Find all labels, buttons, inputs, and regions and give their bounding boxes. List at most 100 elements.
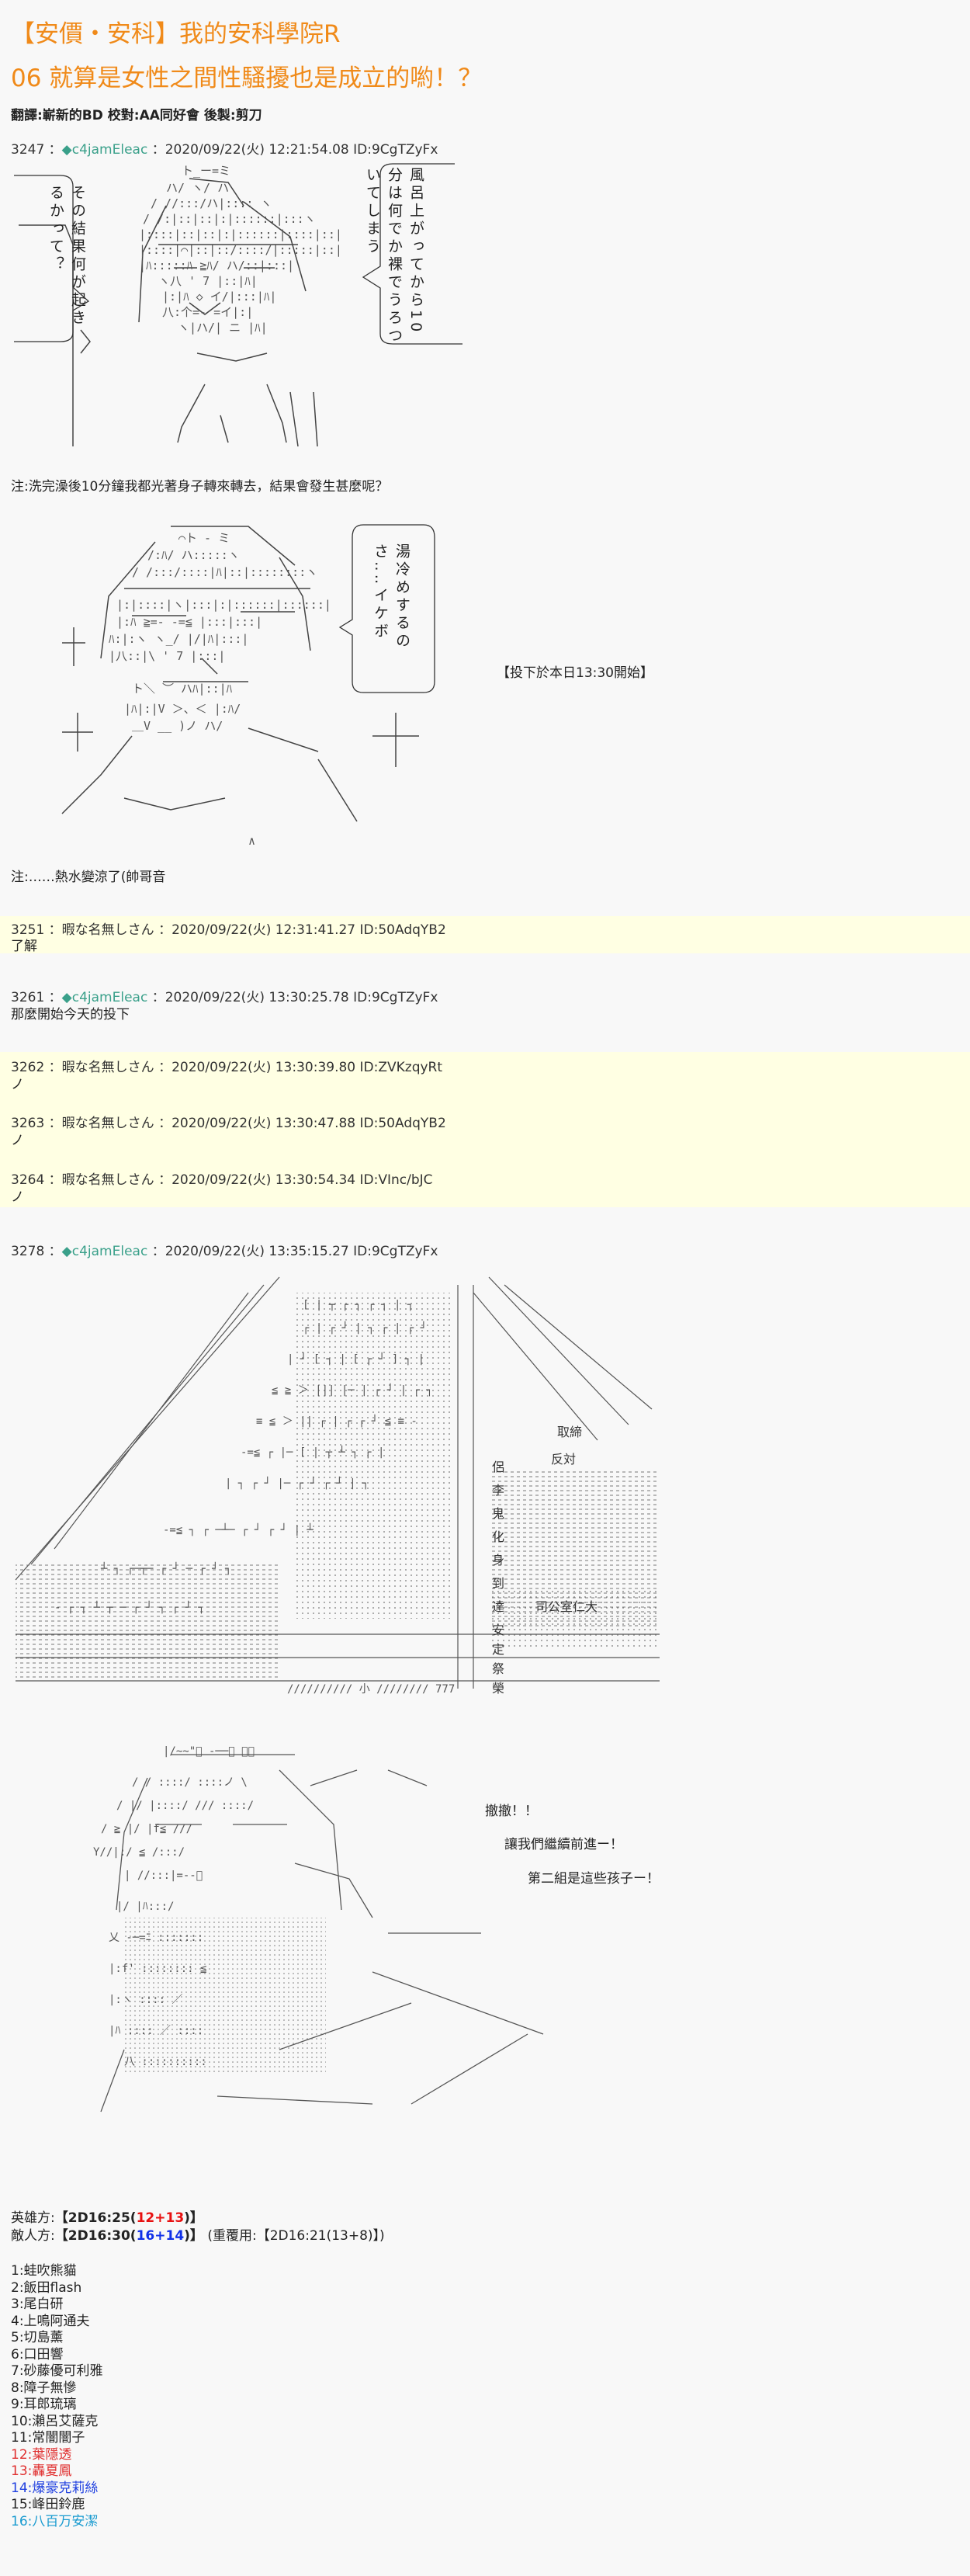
sign-text-14: 司公室仁大	[535, 1599, 598, 1614]
svg-text:| ┘ [ ┐ | [ ┌ ┘ ] ┐ |: | ┘ [ ┐ | [ ┌ ┘ ] ┐ |	[287, 1352, 424, 1366]
svg-text:|:f' :::::::: ≦: |:f' :::::::: ≦	[109, 1963, 206, 1975]
poster-name: 暇な名無しさん	[61, 1116, 154, 1131]
note-2: 注:……熱水變涼了(帥哥音	[11, 870, 166, 885]
sign-text-7: 身	[492, 1553, 504, 1567]
post-body: 了解	[11, 939, 37, 954]
svg-text:|ﾊ|:|V ＞、＜ |:ﾊ/: |ﾊ|:|V ＞、＜ |:ﾊ/	[124, 702, 241, 716]
svg-text:/ |/ |::::/ /// ::::/: / |/ |::::/ /// ::::/	[116, 1800, 254, 1812]
post-meta: 2020/09/22(火) 13:35:15.27 ID:9CgTZyFx	[165, 1244, 438, 1259]
roster-item: 16:八百万安潔	[11, 2513, 99, 2529]
post-body: ノ	[11, 1077, 24, 1092]
dialogue-line-2: 讓我們繼續前進ー！	[504, 1837, 623, 1852]
svg-text:/ /:::/::::|ﾊ|::|::::::::ヽ: / /:::/::::|ﾊ|::|::::::::ヽ	[132, 565, 317, 579]
svg-text:|::::|⌒|::|::/::::/|:::::|::|: |::::|⌒|::|::/::::/|:::::|::|	[139, 243, 342, 257]
svg-text:|ﾊ :::: ／ ::::: |ﾊ :::: ／ ::::	[109, 2025, 203, 2037]
svg-text:‐=≦ ┐ ┌ ─┴─ ┌ ┘ ┌ ┘ | ┴: ‐=≦ ┐ ┌ ─┴─ ┌ ┘ ┌ ┘ | ┴	[163, 1523, 314, 1536]
svg-text:| //:::|=--ﾞ: | //:::|=--ﾞ	[124, 1870, 203, 1882]
svg-text:八:个=- =イ|:|: 八:个=- =イ|:|	[162, 305, 253, 319]
dialogue-line-1: 撤撤！！	[485, 1804, 538, 1819]
svg-text:|:|ﾊ ◇ イ/|:::|ﾊ|: |:|ﾊ ◇ イ/|:::|ﾊ|	[162, 290, 276, 304]
credits: 翻譯:嶄新的BD 校對:AA同好會 後製:剪刀	[11, 108, 262, 123]
sign-text-2: 反対	[551, 1452, 576, 1467]
svg-text:|::::|::|::|:|::::::|::::|::|: |::::|::|::|:|::::::|::::|::|	[139, 227, 342, 241]
svg-text:|:|::::|ヽ|:::|:|::::::|::::::|: |:|::::|ヽ|:::|:|::::::|::::::|	[116, 598, 331, 612]
poster-name: 暇な名無しさん	[61, 1060, 154, 1075]
post-number[interactable]: 3278	[11, 1244, 44, 1259]
post-header: 3278 ：◆c4jamEleac ：2020/09/22(火) 13:35:1…	[11, 1244, 438, 1259]
svg-text:| ┐ ┌ ┘ |─ ┌ ┘ ┌ ┘ | ┐: | ┐ ┌ ┘ |─ ┌ ┘ ┌ ┘ | ┐	[225, 1477, 369, 1490]
svg-text:⌒ト ‐ ミ: ⌒ト ‐ ミ	[178, 531, 230, 545]
note-1: 注:洗完澡後10分鐘我都光著身子轉來轉去，結果會發生甚麼呢？	[11, 479, 389, 495]
hero-score: 英雄方:【2D16:25(12+13)】	[11, 2210, 203, 2226]
svg-text:∧: ∧	[248, 834, 255, 848]
poster-name: 暇な名無しさん	[61, 922, 154, 938]
post-meta: 2020/09/22(火) 12:31:41.27 ID:50AdqYB2	[171, 922, 446, 938]
svg-text:八 ::::::::::: 八 ::::::::::	[124, 2056, 207, 2068]
svg-text:乂 -─=ﾆ :::::::: 乂 -─=ﾆ :::::::	[109, 1932, 203, 1944]
sign-text-5: 鬼	[492, 1506, 504, 1521]
sign-text-6: 化	[492, 1529, 504, 1544]
sign-text-4: 李	[492, 1483, 504, 1498]
svg-text:ヽ八 ' 7 |::|ﾊ|: ヽ八 ' 7 |::|ﾊ|	[158, 274, 258, 288]
sign-text-8: 到	[492, 1576, 504, 1591]
poster-name: 暇な名無しさん	[61, 1172, 154, 1188]
sign-text-13: 榮	[492, 1681, 504, 1696]
poster-name: ◆c4jamEleac	[61, 1244, 148, 1259]
svg-text:ト＼ ︶ ハﾊ|::|ﾊ: ト＼ ︶ ハﾊ|::|ﾊ	[132, 682, 233, 696]
post-number[interactable]: 3247	[11, 142, 44, 158]
post-meta: 2020/09/22(火) 13:30:54.34 ID:VInc/bJC	[171, 1172, 433, 1188]
svg-text:≡ ≦ ＞ || ┌ | ┌ ┌ ┘ ≦ ≡ -: ≡ ≦ ＞ || ┌ | ┌ ┌ ┘ ≦ ≡ -	[256, 1415, 417, 1428]
svg-text:ヽ|ハ/| ニ |ﾊ|: ヽ|ハ/| ニ |ﾊ|	[178, 321, 268, 335]
poster-name: ◆c4jamEleac	[61, 142, 148, 158]
svg-text:////////// 小 //////// 777: ////////// 小 //////// 777	[287, 1683, 455, 1696]
svg-text:/:ﾊ/ ハ:::::ヽ: /:ﾊ/ ハ:::::ヽ	[147, 548, 240, 562]
bubble-frame-right	[346, 159, 470, 349]
svg-text:-=≦ ┌ |─ [ | ┬ ┴ ┐ ┌ |: -=≦ ┌ |─ [ | ┬ ┴ ┐ ┌ |	[241, 1446, 384, 1459]
posting-notice: 【投下於本日13:30開始】	[497, 665, 653, 681]
svg-text:|八::|\ ' 7 |:::|: |八::|\ ' 7 |:::|	[109, 649, 225, 663]
bubble-frame-left	[11, 171, 96, 345]
post-header: 3264 ：暇な名無しさん ：2020/09/22(火) 13:30:54.34…	[11, 1172, 433, 1188]
sign-text-1: 取締	[557, 1425, 582, 1439]
svg-text:/ //:::/ハ|:::: ヽ: / //:::/ハ|:::: ヽ	[151, 196, 272, 210]
post-meta: 2020/09/22(火) 13:30:25.78 ID:9CgTZyFx	[165, 990, 438, 1005]
sign-text-3: 侶	[492, 1460, 504, 1474]
svg-text:/ /:|::|::|:|::::::|:::ヽ: / /:|::|::|:|::::::|:::ヽ	[143, 212, 316, 226]
post-body: 那麼開始今天的投下	[11, 1007, 130, 1022]
svg-text:┌ | ┌ ┘ | ┐ ┌ | ┌ ┘: ┌ | ┌ ┘ | ┐ ┌ | ┌ ┘	[303, 1321, 427, 1335]
svg-text:/ ≧ |/ |f≦ ///: / ≧ |/ |f≦ ///	[101, 1823, 192, 1835]
sign-text-9: 達	[492, 1599, 504, 1614]
svg-text:ト_ー=ミ: ト_ー=ミ	[182, 164, 230, 178]
reuse-roll: (重覆用:【2D16:21(13+8)】)	[207, 2228, 385, 2244]
ascii-art-scene4: |/~~"ﾞ ‐──＞ ＿＿ / / ::::/ ::::ノ \ / |/ |:…	[78, 1739, 621, 2143]
speech-bubble-2: 湯冷めするのさ‥‥イケボ	[372, 543, 411, 651]
svg-text:≦ ≧ ＞ ||| |─ | ┌ ┘ | ┌ ┐: ≦ ≧ ＞ ||| |─ | ┌ ┘ | ┌ ┐	[272, 1383, 433, 1397]
sign-text-10: 安	[492, 1623, 504, 1637]
svg-text:Y//|:/ ≦ /:::/: Y//|:/ ≦ /:::/	[93, 1846, 185, 1859]
svg-text:|/~~"ﾞ ‐──＞ ＿＿: |/~~"ﾞ ‐──＞ ＿＿	[163, 1745, 255, 1758]
sign-text-12: 祭	[492, 1661, 504, 1676]
ascii-art-crowd-scene: [ | ┬ ┌ ┐ ┌ ┐ | ┐ ┌ | ┌ ┘ | ┐ ┌ | ┌ ┘ | …	[8, 1269, 675, 1704]
svg-text:|:ヽ :::: ／: |:ヽ :::: ／	[109, 1994, 182, 2006]
page-title: 【安價・安科】我的安科學院R	[11, 20, 341, 48]
svg-text:┴ ┐ ┌─┬─ ┌ ┘ ─ ┌ ┘ ┐: ┴ ┐ ┌─┬─ ┌ ┘ ─ ┌ ┘ ┐	[100, 1562, 232, 1575]
svg-text:ﾊ:|:ヽ ヽ_/ |/|ﾊ|:::|: ﾊ:|:ヽ ヽ_/ |/|ﾊ|:::|	[109, 632, 248, 646]
svg-text:|/ |ﾊ:::/: |/ |ﾊ:::/	[116, 1901, 174, 1913]
enemy-score: 敵人方:【2D16:30(16+14)】 (重覆用:【2D16:21(13+8)…	[11, 2228, 385, 2244]
sign-text-11: 定	[492, 1642, 504, 1657]
post-meta: 2020/09/22(火) 12:21:54.08 ID:9CgTZyFx	[165, 142, 438, 158]
svg-text:ハ/ ヽ/ ハ: ハ/ ヽ/ ハ	[166, 181, 229, 195]
post-header: 3247 ：◆c4jamEleac ：2020/09/22(火) 12:21:5…	[11, 142, 438, 158]
post-header: 3251 ：暇な名無しさん ：2020/09/22(火) 12:31:41.27…	[11, 922, 446, 938]
post-body: ノ	[11, 1133, 24, 1148]
svg-text:- ┌ ┐ ┴ ┬ ─ ┌ ┘ ┐ ┌ ┘ ┐: - ┌ ┐ ┴ ┬ ─ ┌ ┘ ┐ ┌ ┘ ┐	[54, 1601, 205, 1614]
svg-text:|:ﾊ ≧=- ‐=≦ |:::|:::|: |:ﾊ ≧=- ‐=≦ |:::|:::|	[116, 615, 262, 629]
svg-text:[ | ┬ ┌ ┐ ┌ ┐ | ┐: [ | ┬ ┌ ┐ ┌ ┐ | ┐	[303, 1299, 414, 1311]
post-header: 3262 ：暇な名無しさん ：2020/09/22(火) 13:30:39.80…	[11, 1060, 443, 1075]
dialogue-line-3: 第二組是這些孩子ー！	[528, 1871, 660, 1887]
post-meta: 2020/09/22(火) 13:30:39.80 ID:ZVKzqyRt	[171, 1060, 443, 1075]
post-header: 3263 ：暇な名無しさん ：2020/09/22(火) 13:30:47.88…	[11, 1116, 446, 1131]
chapter-title: 06 就算是女性之間性騷擾也是成立的喲！？	[11, 64, 483, 92]
svg-text:＿V __ )ノ ハ/: ＿V __ )ノ ハ/	[132, 719, 223, 733]
page: 【安價・安科】我的安科學院R 06 就算是女性之間性騷擾也是成立的喲！？ 翻譯:…	[0, 0, 970, 2576]
